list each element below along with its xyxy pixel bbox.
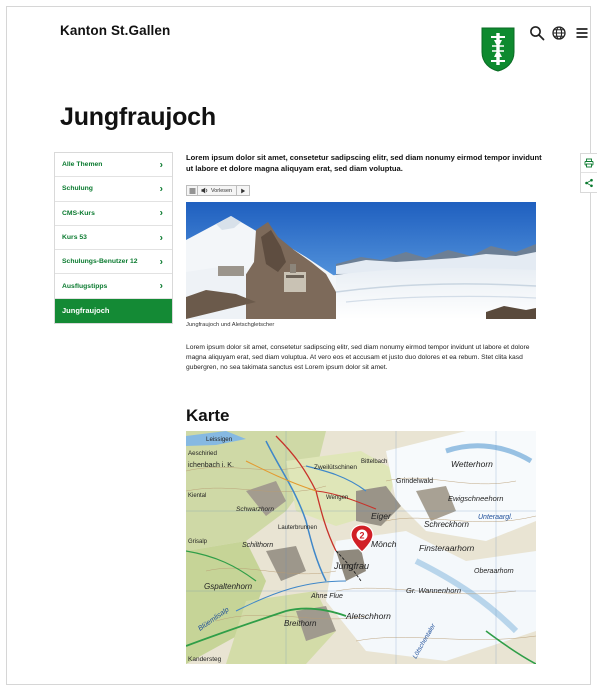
topographic-map[interactable]: Leissigen Aeschiried ichenbach i. K. Zwe… bbox=[186, 431, 536, 664]
share-button[interactable] bbox=[581, 173, 597, 192]
sidebar-item-label: Schulung bbox=[62, 185, 93, 193]
sidebar-item-schulungs-benutzer[interactable]: Schulungs-Benutzer 12 › bbox=[55, 250, 172, 275]
sidebar-item-kurs-53[interactable]: Kurs 53 › bbox=[55, 225, 172, 251]
map-marker-label: 2 bbox=[359, 531, 364, 541]
chevron-right-icon: › bbox=[159, 183, 163, 195]
map-label: Wetterhorn bbox=[451, 459, 493, 469]
map-label: Ewigschneehorn bbox=[448, 494, 503, 503]
read-aloud-label: Vorlesen bbox=[211, 187, 232, 194]
sidebar-item-label: Ausflugstipps bbox=[62, 282, 108, 290]
print-button[interactable] bbox=[581, 154, 597, 173]
map-label: Gr. Wannenhorn bbox=[406, 586, 461, 595]
speaker-icon bbox=[201, 187, 208, 194]
map-label: Schilthorn bbox=[242, 542, 273, 549]
sidebar-item-label: Schulungs-Benutzer 12 bbox=[62, 258, 138, 266]
sidebar-item-ausflugstipps[interactable]: Ausflugstipps › bbox=[55, 274, 172, 299]
map-label: Schwarzhorn bbox=[236, 506, 274, 513]
sidebar-item-label: CMS-Kurs bbox=[62, 209, 95, 217]
jungfraujoch-photo[interactable] bbox=[186, 202, 536, 319]
audio-play-button[interactable] bbox=[237, 186, 249, 195]
chevron-right-icon: › bbox=[159, 256, 163, 268]
map-label: Zweilütschinen bbox=[314, 464, 357, 471]
map-label: Bittelbach bbox=[361, 459, 387, 465]
sidebar-item-jungfraujoch[interactable]: Jungfraujoch bbox=[55, 298, 172, 324]
map-label: Gspaltenhorn bbox=[204, 582, 253, 591]
chevron-right-icon: › bbox=[159, 232, 163, 244]
image-caption: Jungfraujoch und Aletschgletscher bbox=[186, 322, 275, 328]
map-label: ichenbach i. K. bbox=[188, 462, 234, 469]
map-label: Kiental bbox=[188, 493, 206, 499]
page-title: Jungfraujoch bbox=[60, 103, 216, 131]
read-aloud-player: Vorlesen bbox=[186, 185, 250, 196]
map-label: Lauterbrunnen bbox=[278, 525, 317, 531]
map-label: Unteraargl. bbox=[478, 514, 513, 521]
map-label: Grindelwald bbox=[396, 478, 433, 485]
map-section-title: Karte bbox=[186, 406, 230, 425]
lead-paragraph: Lorem ipsum dolor sit amet, consetetur s… bbox=[186, 153, 542, 173]
map-label: Aeschiried bbox=[188, 450, 217, 457]
audio-menu-button[interactable] bbox=[187, 186, 198, 195]
sidebar-nav: Alle Themen › Schulung › CMS-Kurs › Kurs… bbox=[54, 152, 173, 325]
map-label: Eiger bbox=[371, 511, 392, 521]
map-label: Schreckhorn bbox=[424, 520, 469, 529]
language-icon[interactable] bbox=[551, 25, 567, 41]
chevron-right-icon: › bbox=[159, 280, 163, 292]
play-icon bbox=[241, 188, 246, 193]
share-icon bbox=[585, 178, 593, 187]
search-icon[interactable] bbox=[529, 25, 545, 41]
map-label: Leissigen bbox=[206, 436, 233, 443]
map-label: Finsteraarhorn bbox=[419, 543, 475, 553]
map-label: Grisalp bbox=[188, 539, 208, 545]
sidebar-item-cms-kurs[interactable]: CMS-Kurs › bbox=[55, 201, 172, 226]
share-tools bbox=[580, 153, 597, 193]
print-icon bbox=[584, 158, 594, 168]
map-label: Oberaarhorn bbox=[474, 568, 514, 575]
map-label: Kandersteg bbox=[188, 656, 222, 663]
body-paragraph: Lorem ipsum dolor sit amet, consetetur s… bbox=[186, 344, 530, 371]
coat-of-arms-logo[interactable] bbox=[480, 26, 516, 72]
map-label: Aletschhorn bbox=[345, 611, 391, 621]
map-label: Jungfrau bbox=[333, 561, 369, 571]
chevron-right-icon: › bbox=[159, 159, 163, 171]
sidebar-item-label: Kurs 53 bbox=[62, 234, 87, 242]
sidebar-item-alle-themen[interactable]: Alle Themen › bbox=[55, 153, 172, 178]
site-logo-text[interactable]: Kanton St.Gallen bbox=[60, 23, 170, 38]
sidebar-item-label: Alle Themen bbox=[62, 161, 103, 169]
menu-icon bbox=[189, 188, 195, 193]
chevron-right-icon: › bbox=[159, 207, 163, 219]
map-label: Breithorn bbox=[284, 619, 317, 628]
map-label: Mönch bbox=[371, 539, 397, 549]
map-label: Wengen bbox=[326, 495, 348, 501]
read-aloud-button[interactable]: Vorlesen bbox=[198, 186, 237, 195]
menu-icon[interactable] bbox=[574, 25, 590, 41]
map-label: Ahne Flue bbox=[310, 593, 343, 600]
sidebar-item-schulung[interactable]: Schulung › bbox=[55, 177, 172, 202]
sidebar-item-label: Jungfraujoch bbox=[62, 306, 110, 316]
